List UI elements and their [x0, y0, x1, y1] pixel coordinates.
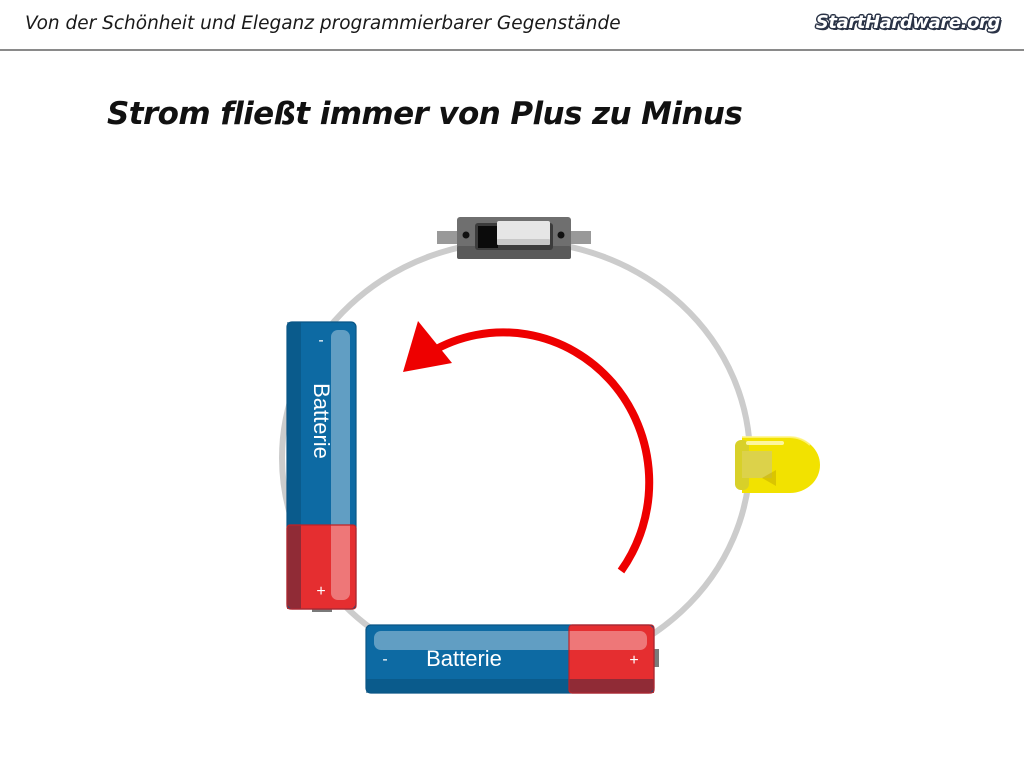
slide-switch-icon	[437, 217, 591, 259]
battery-bottom-plus: +	[629, 652, 638, 669]
battery-bottom-minus: -	[382, 651, 387, 668]
circuit-diagram: Batterie - + Batterie - +	[279, 217, 820, 694]
battery-bottom-label: Batterie	[426, 646, 502, 671]
current-flow-arrow-icon	[403, 321, 654, 574]
battery-bottom: Batterie - +	[365, 624, 659, 694]
battery-left: Batterie - +	[286, 321, 357, 612]
yellow-led-icon	[735, 436, 820, 493]
battery-left-label: Batterie	[309, 383, 334, 459]
battery-left-plus: +	[316, 583, 325, 600]
battery-left-minus: -	[318, 332, 323, 349]
